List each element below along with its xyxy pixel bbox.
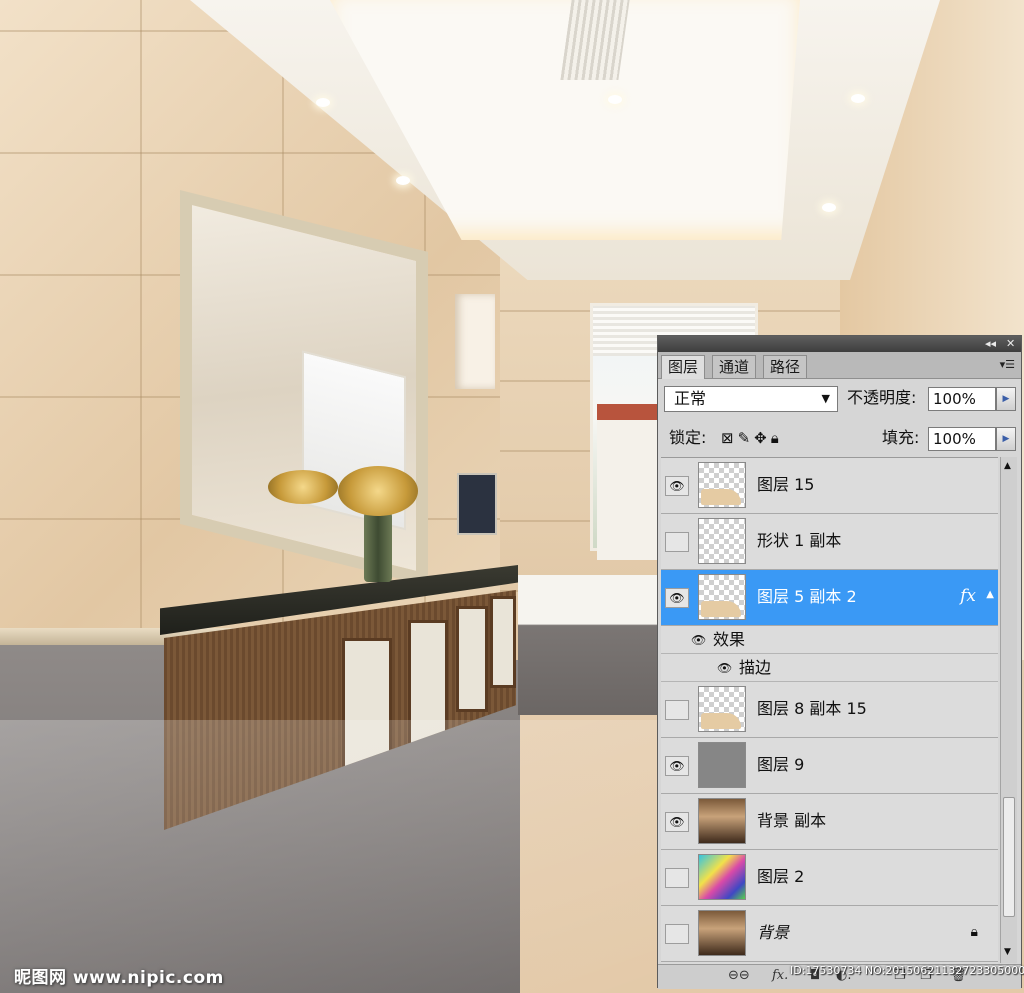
layer-name: 图层 2 [757, 867, 805, 886]
effects-label: 效果 [713, 630, 746, 649]
stroke-effect-row[interactable]: 👁︎ 描边 [661, 654, 998, 682]
layer-row[interactable]: · 图层 8 副本 15 [661, 682, 998, 738]
ceiling-light [316, 98, 330, 107]
layer-row[interactable]: · 图层 2 [661, 850, 998, 906]
add-style-icon[interactable]: fx. [772, 965, 788, 987]
ceiling-vent [560, 0, 630, 80]
dropdown-arrow-icon: ▼ [821, 392, 830, 405]
ceiling-light [396, 176, 410, 185]
collapse-effects-icon[interactable]: ▲ [986, 589, 994, 600]
panel-tabs: 图层 通道 路径 ▾☰ [658, 352, 1021, 379]
layer-thumbnail [698, 574, 746, 620]
flowers-reflection [268, 470, 338, 504]
layers-panel: ◂◂ ✕ 图层 通道 路径 ▾☰ 正常 ▼ 不透明度: 100% ▶ 锁定: ⊠… [657, 335, 1022, 989]
layer-thumbnail [698, 910, 746, 956]
layer-thumbnail [698, 686, 746, 732]
bathtub [518, 575, 658, 715]
effects-eye-icon[interactable]: 👁︎ [691, 627, 706, 654]
vase [364, 512, 392, 582]
layer-row-selected[interactable]: 👁︎ 图层 5 副本 2 fx ▲ [661, 570, 998, 626]
layer-thumbnail [698, 518, 746, 564]
tab-layers[interactable]: 图层 [661, 355, 706, 379]
lock-all-icon[interactable]: 🔒︎ [771, 429, 783, 447]
visibility-eye-icon[interactable]: 👁︎ [665, 812, 689, 832]
layer-row[interactable]: 👁︎ 背景 副本 [661, 794, 998, 850]
ceiling-light [608, 95, 622, 104]
blend-mode-value: 正常 [674, 389, 707, 408]
lock-pixels-icon[interactable]: ✎ [738, 429, 755, 447]
opacity-label: 不透明度: [847, 388, 917, 407]
fx-icon[interactable]: fx [960, 586, 976, 606]
scroll-down-icon[interactable]: ▼ [1004, 947, 1011, 957]
layer-row[interactable]: · 形状 1 副本 [661, 514, 998, 570]
visibility-eye-icon[interactable]: 👁︎ [665, 588, 689, 608]
layer-name: 图层 5 副本 2 [757, 587, 857, 606]
lock-transparency-icon[interactable]: ⊠ [721, 429, 738, 447]
tab-channels[interactable]: 通道 [712, 355, 757, 378]
collapse-panel-icon[interactable]: ◂◂ [985, 337, 996, 351]
layer-row[interactable]: 👁︎ 图层 9 [661, 738, 998, 794]
visibility-eye-icon[interactable]: 👁︎ [665, 476, 689, 496]
watermark: 昵图网 www.nipic.com [14, 968, 224, 988]
panel-titlebar[interactable]: ◂◂ ✕ [658, 336, 1021, 352]
close-icon[interactable]: ✕ [1006, 337, 1015, 351]
lock-icon: 🔒︎ [970, 924, 978, 940]
link-layers-icon[interactable]: ⊖⊖ [728, 965, 750, 987]
visibility-toggle-empty[interactable]: · [665, 868, 689, 888]
visibility-toggle-empty[interactable]: · [665, 532, 689, 552]
layer-thumbnail [698, 854, 746, 900]
lock-options: ⊠✎✥🔒︎ [721, 426, 783, 450]
effects-row[interactable]: 👁︎ 效果 [661, 626, 998, 654]
layer-row[interactable]: · 背景 🔒︎ [661, 906, 998, 962]
layer-name: 背景 [757, 923, 790, 942]
visibility-toggle-empty[interactable]: · [665, 924, 689, 944]
ceiling-light [851, 94, 865, 103]
layer-name: 图层 8 副本 15 [757, 699, 867, 718]
visibility-toggle-empty[interactable]: · [665, 700, 689, 720]
lock-position-icon[interactable]: ✥ [754, 429, 771, 447]
ceiling-light [822, 203, 836, 212]
blend-opacity-row: 正常 ▼ 不透明度: 100% ▶ [664, 386, 1016, 414]
wall-niche [455, 294, 495, 389]
vanity-door [490, 596, 516, 688]
panel-menu-icon[interactable]: ▾☰ [1000, 358, 1015, 371]
layer-name: 背景 副本 [757, 811, 827, 830]
layer-name: 图层 9 [757, 755, 805, 774]
flowers [338, 466, 418, 516]
vanity-door [456, 606, 488, 712]
fill-input[interactable]: 100% [928, 427, 996, 451]
house-outside [597, 404, 659, 560]
scrollbar-thumb[interactable] [1003, 797, 1015, 917]
lock-fill-row: 锁定: ⊠✎✥🔒︎ 填充: 100% ▶ [664, 426, 1016, 454]
stroke-label: 描边 [739, 658, 772, 677]
tab-paths[interactable]: 路径 [763, 355, 808, 378]
image-id-watermark: ID:17530734 NO:20150621132723305000 [790, 964, 1024, 977]
layers-list: 👁︎ 图层 15 · 形状 1 副本 👁︎ 图层 5 副本 2 fx ▲ 👁︎ … [661, 457, 998, 964]
layer-thumbnail [698, 462, 746, 508]
stroke-eye-icon[interactable]: 👁︎ [717, 655, 732, 682]
scroll-up-icon[interactable]: ▲ [1004, 461, 1011, 471]
visibility-eye-icon[interactable]: 👁︎ [665, 756, 689, 776]
wall-tv [457, 473, 497, 535]
floor [0, 720, 700, 993]
layer-thumbnail [698, 742, 746, 788]
fill-slider-button[interactable]: ▶ [996, 427, 1016, 451]
layers-scrollbar[interactable]: ▲ ▼ [1000, 457, 1017, 963]
layer-row[interactable]: 👁︎ 图层 15 [661, 458, 998, 514]
opacity-slider-button[interactable]: ▶ [996, 387, 1016, 411]
fill-label: 填充: [882, 428, 920, 447]
layer-name: 图层 15 [757, 475, 815, 494]
lock-label: 锁定: [669, 428, 707, 447]
opacity-input[interactable]: 100% [928, 387, 996, 411]
blend-mode-select[interactable]: 正常 ▼ [664, 386, 838, 412]
layer-name: 形状 1 副本 [757, 531, 842, 550]
layer-thumbnail [698, 798, 746, 844]
